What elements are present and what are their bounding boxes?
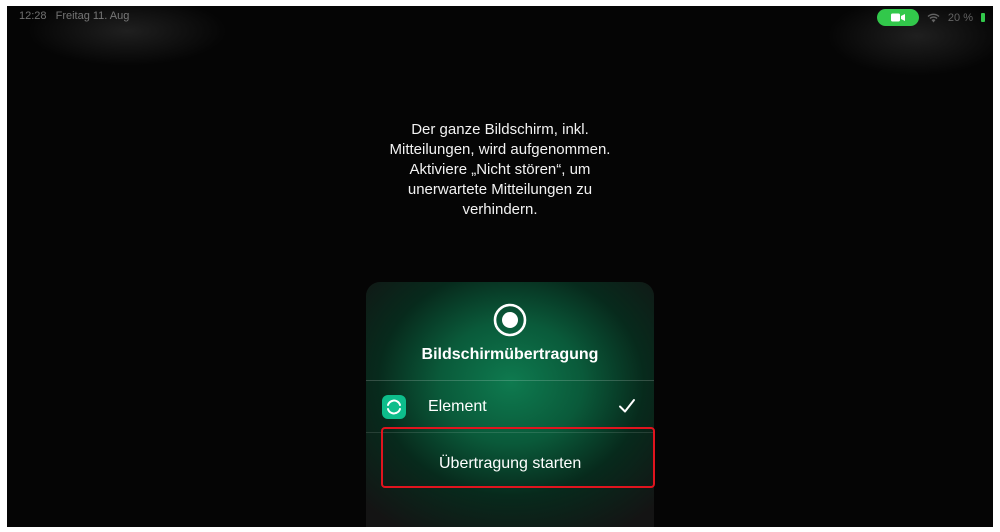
message-line: Der ganze Bildschirm, inkl.	[411, 121, 589, 138]
screen-recording-sheet: 12:28 Freitag 11. Aug 20 % Der ganze Bil…	[7, 6, 993, 527]
message-line: unerwartete Mitteilungen zu	[407, 181, 593, 198]
start-broadcast-button[interactable]: Übertragung starten	[387, 434, 654, 494]
wifi-icon	[927, 13, 940, 22]
battery-percentage: 20 %	[947, 11, 973, 24]
video-camera-icon	[890, 13, 905, 22]
app-option-element[interactable]: Element	[366, 381, 654, 431]
element-app-icon	[382, 395, 406, 419]
screen-recording-indicator[interactable]	[876, 9, 919, 26]
panel-title: Bildschirmübertragung	[421, 346, 599, 363]
broadcast-panel: Bildschirmübertragung Element Übertragun…	[366, 282, 654, 527]
status-bar: 12:28 Freitag 11. Aug 20 %	[7, 6, 993, 28]
app-label: Element	[428, 398, 487, 415]
element-logo-icon	[387, 399, 401, 415]
checkmark-icon	[619, 399, 635, 413]
message-line: verhindern.	[462, 201, 538, 218]
message-line: Aktiviere „Nicht stören“, um	[409, 161, 591, 178]
record-icon	[493, 303, 527, 337]
battery-icon	[981, 13, 985, 22]
status-date: Freitag 11. Aug	[55, 10, 130, 22]
message-line: Mitteilungen, wird aufgenommen.	[389, 141, 611, 158]
status-time: 12:28	[19, 10, 47, 22]
divider	[366, 432, 654, 433]
recording-warning-message: Der ganze Bildschirm, inkl. Mitteilungen…	[350, 120, 650, 220]
